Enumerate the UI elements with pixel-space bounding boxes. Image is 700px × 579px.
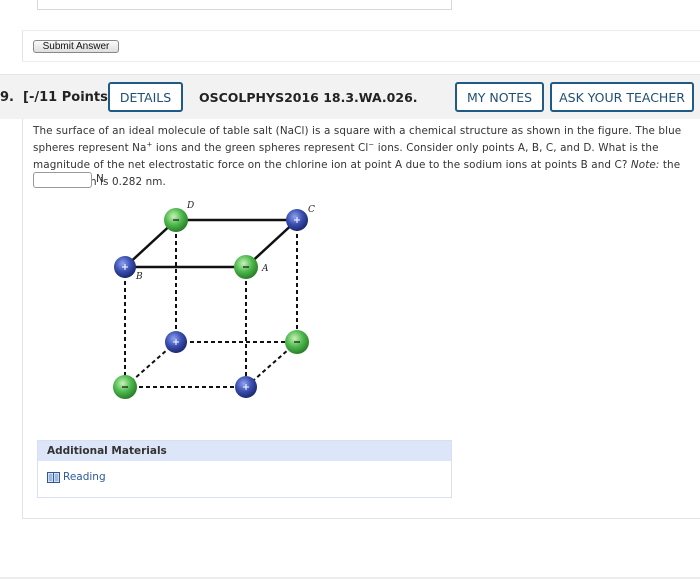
additional-materials-title: Additional Materials bbox=[38, 441, 451, 461]
question-text: The surface of an ideal molecule of tabl… bbox=[33, 125, 682, 188]
question-number: 9. [-/11 Points] bbox=[0, 90, 114, 105]
my-notes-button[interactable]: MY NOTES bbox=[455, 82, 544, 112]
answer-input[interactable] bbox=[33, 172, 92, 188]
additional-materials-panel: Additional Materials Reading bbox=[37, 440, 452, 498]
details-button[interactable]: DETAILS bbox=[108, 82, 183, 112]
reading-link[interactable]: Reading bbox=[47, 471, 106, 483]
ask-your-teacher-button[interactable]: ASK YOUR TEACHER bbox=[550, 82, 694, 112]
ion-B bbox=[114, 256, 136, 278]
nacl-cube-figure: D C B A bbox=[113, 201, 315, 399]
previous-question-box bbox=[37, 0, 452, 10]
label-A: A bbox=[261, 264, 269, 274]
reading-label: Reading bbox=[63, 471, 106, 483]
ion-C bbox=[286, 209, 308, 231]
answer-unit: N bbox=[96, 173, 104, 185]
label-D: D bbox=[186, 201, 194, 211]
points-label: [-/11 Points] bbox=[23, 90, 114, 105]
book-icon bbox=[47, 471, 60, 483]
question-header: 9. [-/11 Points] DETAILS OSCOLPHYS2016 1… bbox=[0, 74, 700, 119]
ion-front-bottom-right bbox=[235, 376, 257, 398]
ion-back-bottom-left bbox=[165, 331, 187, 353]
submit-row: Submit Answer bbox=[22, 30, 700, 62]
ion-back-bottom-right bbox=[285, 330, 309, 354]
solid-edges bbox=[124, 218, 298, 269]
label-C: C bbox=[308, 205, 315, 215]
ion-front-bottom-left bbox=[113, 375, 137, 399]
submit-answer-button[interactable]: Submit Answer bbox=[33, 40, 119, 53]
label-B: B bbox=[135, 272, 143, 282]
ion-D bbox=[164, 208, 188, 232]
ion-A bbox=[234, 255, 258, 279]
question-code: OSCOLPHYS2016 18.3.WA.026. bbox=[199, 90, 418, 105]
